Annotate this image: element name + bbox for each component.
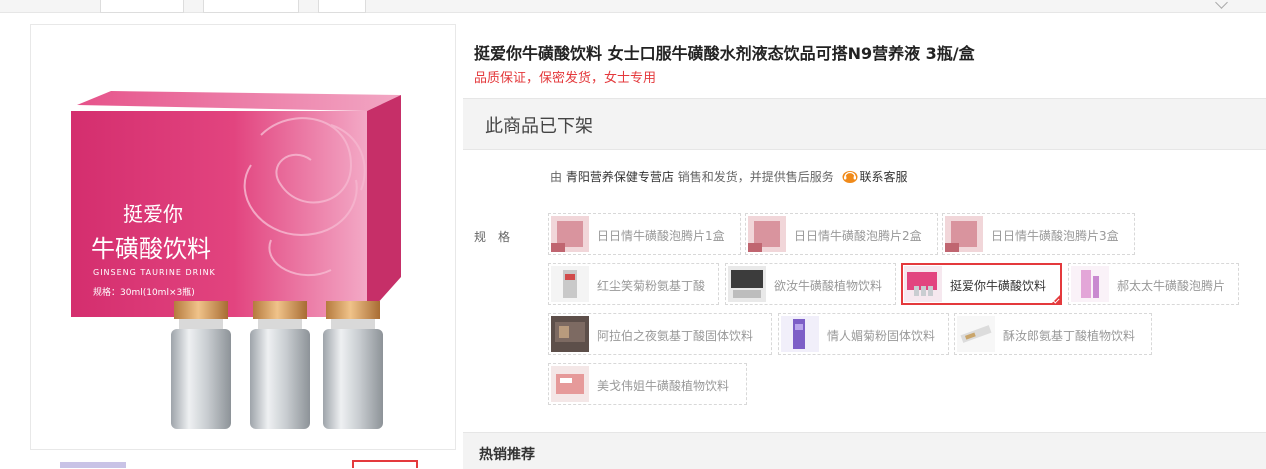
spec-thumb	[748, 216, 786, 252]
spec-thumb	[551, 266, 589, 302]
spec-option-rirqing-3[interactable]: 日日情牛磺酸泡腾片3盒	[942, 213, 1135, 255]
top-select-2[interactable]	[203, 0, 299, 13]
product-photo: 挺爱你 牛磺酸饮料 GINSENG TAURINE DRINK 规格：30ml(…	[71, 91, 401, 429]
seller-info: 由 青阳营养保健专营店 销售和发货，并提供售后服务 联系客服	[550, 168, 908, 185]
svg-text:GINSENG TAURINE DRINK: GINSENG TAURINE DRINK	[93, 268, 216, 277]
spec-option-yuru[interactable]: 欲汝牛磺酸植物饮料	[725, 263, 896, 305]
spec-option-label: 日日情牛磺酸泡腾片2盒	[794, 229, 922, 243]
spec-option-rirqing-1[interactable]: 日日情牛磺酸泡腾片1盒	[548, 213, 741, 255]
spec-option-label: 酥汝郎氨基丁酸植物饮料	[1003, 329, 1136, 343]
spec-option-label: 日日情牛磺酸泡腾片3盒	[991, 229, 1119, 243]
spec-thumb	[904, 266, 942, 302]
spec-option-label: 欲汝牛磺酸植物饮料	[774, 279, 883, 293]
spec-thumb	[551, 316, 589, 352]
top-toolbar	[0, 0, 1266, 13]
spec-thumb	[551, 216, 589, 252]
spec-option-tingaini[interactable]: 挺爱你牛磺酸饮料	[901, 263, 1062, 305]
store-link[interactable]: 青阳营养保健专营店	[566, 170, 674, 184]
svg-text:牛磺酸饮料: 牛磺酸饮料	[91, 235, 211, 263]
off-shelf-text: 此商品已下架	[485, 116, 593, 137]
off-shelf-banner: 此商品已下架	[463, 98, 1266, 150]
spec-option-alabo[interactable]: 阿拉伯之夜氨基丁酸固体饮料	[548, 313, 772, 355]
product-title: 挺爱你牛磺酸饮料 女士口服牛磺酸水剂液态饮品可搭N9营养液 3瓶/盒	[474, 44, 975, 63]
thumbnail-1[interactable]	[60, 462, 126, 468]
product-subtitle: 品质保证，保密发货，女士专用	[474, 71, 657, 86]
svg-text:规格：30ml(10ml×3瓶): 规格：30ml(10ml×3瓶)	[93, 286, 195, 298]
thumbnail-selected[interactable]	[352, 460, 418, 468]
spec-option-label: 挺爱你牛磺酸饮料	[950, 279, 1047, 293]
spec-thumb	[781, 316, 819, 352]
seller-middle: 销售和发货，并提供售后服务	[677, 170, 834, 184]
spec-option-label: 情人媚菊粉固体饮料	[827, 329, 936, 343]
spec-option-qingrenmei[interactable]: 情人媚菊粉固体饮料	[778, 313, 949, 355]
top-select-3[interactable]	[318, 0, 366, 13]
product-main-image[interactable]: 挺爱你 牛磺酸饮料 GINSENG TAURINE DRINK 规格：30ml(…	[30, 24, 456, 450]
seller-prefix: 由	[550, 170, 563, 184]
spec-option-haotaitai[interactable]: 郝太太牛磺酸泡腾片	[1068, 263, 1239, 305]
spec-thumb	[551, 366, 589, 402]
spec-thumb	[957, 316, 995, 352]
spec-option-label: 郝太太牛磺酸泡腾片	[1117, 279, 1226, 293]
hot-recommend-header: 热销推荐	[463, 432, 1266, 469]
contact-service-link[interactable]: 联系客服	[860, 170, 908, 184]
spec-option-label: 红尘笑菊粉氨基丁酸	[597, 279, 706, 293]
spec-option-hongchen[interactable]: 红尘笑菊粉氨基丁酸	[548, 263, 719, 305]
top-select-1[interactable]	[100, 0, 184, 13]
customer-service-icon[interactable]	[842, 170, 858, 184]
spec-thumb	[1071, 266, 1109, 302]
spec-option-label: 美戈伟姐牛磺酸植物饮料	[597, 379, 730, 393]
hot-recommend-title: 热销推荐	[479, 447, 535, 463]
spec-thumb	[728, 266, 766, 302]
spec-option-meige[interactable]: 美戈伟姐牛磺酸植物饮料	[548, 363, 747, 405]
spec-thumb	[945, 216, 983, 252]
spec-option-suru[interactable]: 酥汝郎氨基丁酸植物饮料	[954, 313, 1152, 355]
spec-option-label: 阿拉伯之夜氨基丁酸固体饮料	[597, 329, 754, 343]
spec-option-rirqing-2[interactable]: 日日情牛磺酸泡腾片2盒	[745, 213, 938, 255]
chevron-down-icon[interactable]	[1215, 0, 1228, 9]
spec-label: 规格	[474, 230, 523, 244]
svg-text:挺爱你: 挺爱你	[123, 202, 183, 226]
spec-option-label: 日日情牛磺酸泡腾片1盒	[597, 229, 725, 243]
